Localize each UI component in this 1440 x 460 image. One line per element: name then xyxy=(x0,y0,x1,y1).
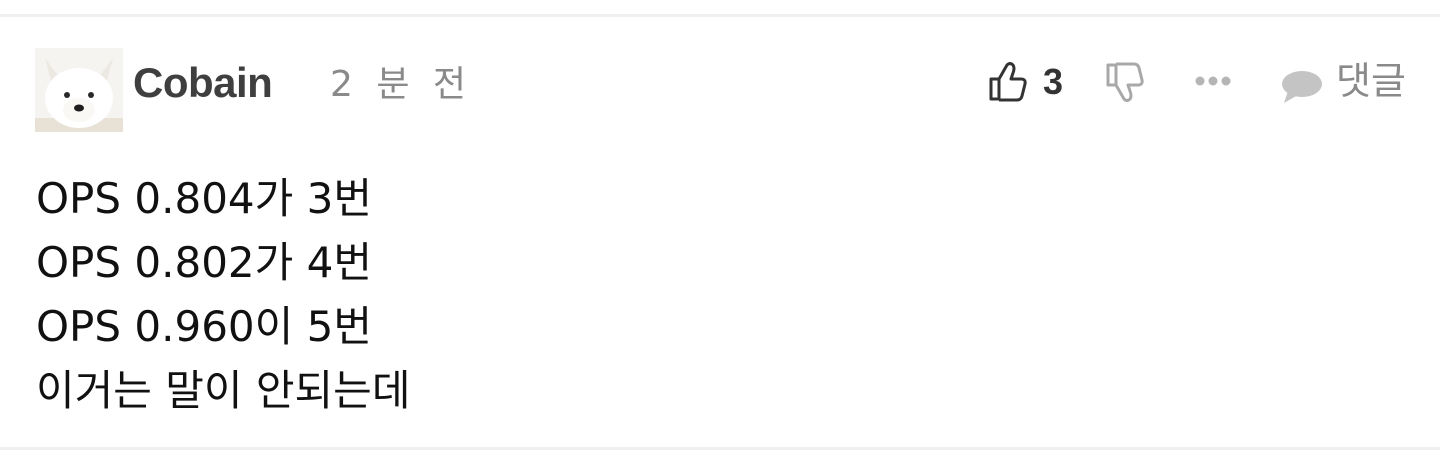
comment-body: OPS 0.804가 3번 OPS 0.802가 4번 OPS 0.960이 5… xyxy=(36,167,410,423)
comment-card: Cobain 2 분 전 3 댓글 OPS 0.804가 3번 OPS 0.80… xyxy=(0,14,1440,450)
reply-button[interactable]: 댓글 xyxy=(1276,55,1416,107)
author-name[interactable]: Cobain xyxy=(133,57,273,109)
more-dots-icon[interactable] xyxy=(1194,73,1232,87)
comment-line: OPS 0.804가 3번 xyxy=(36,174,372,223)
thumbs-up-icon[interactable] xyxy=(987,59,1029,103)
comment-line: OPS 0.960이 5번 xyxy=(36,302,372,351)
comment-line: OPS 0.802가 4번 xyxy=(36,238,372,287)
avatar[interactable] xyxy=(35,48,123,132)
like-count: 3 xyxy=(1043,61,1064,102)
thumbs-down-icon[interactable] xyxy=(1104,61,1146,105)
arctic-fox-avatar-image xyxy=(35,48,123,132)
comment-line: 이거는 말이 안되는데 xyxy=(36,366,411,415)
speech-bubble-icon xyxy=(1280,69,1324,105)
comment-timestamp: 2 분 전 xyxy=(330,64,473,105)
reply-label: 댓글 xyxy=(1336,59,1406,103)
